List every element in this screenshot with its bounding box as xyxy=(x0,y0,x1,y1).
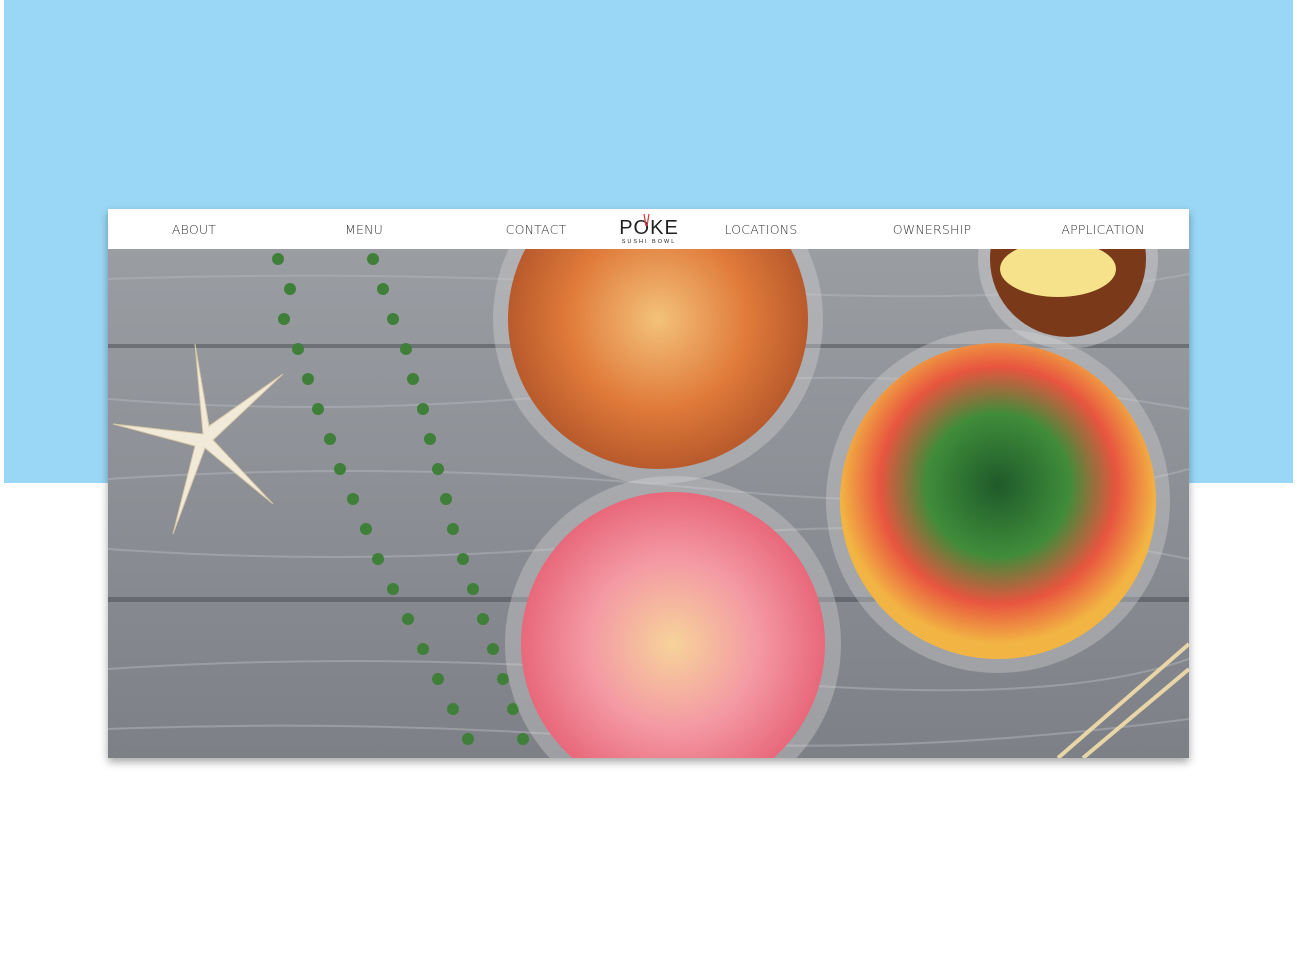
nav-application[interactable]: APPLICATION xyxy=(1061,222,1144,237)
chopsticks-icon xyxy=(643,213,650,227)
logo[interactable]: POKE SUSHI BOWL xyxy=(618,212,680,246)
poke-bowls-photo-icon xyxy=(108,249,1189,758)
website-preview: ABOUT MENU CONTACT POKE SUSHI BOWL LOCAT… xyxy=(108,209,1189,758)
nav-about[interactable]: ABOUT xyxy=(172,222,216,237)
nav-locations[interactable]: LOCATIONS xyxy=(725,222,798,237)
logo-tagline: SUSHI BOWL xyxy=(621,239,677,245)
nav-menu[interactable]: MENU xyxy=(345,222,383,237)
nav-contact[interactable]: CONTACT xyxy=(506,222,567,237)
navigation-bar: ABOUT MENU CONTACT POKE SUSHI BOWL LOCAT… xyxy=(108,209,1189,249)
nav-ownership[interactable]: OWNERSHIP xyxy=(893,222,972,237)
hero-image xyxy=(108,249,1189,758)
